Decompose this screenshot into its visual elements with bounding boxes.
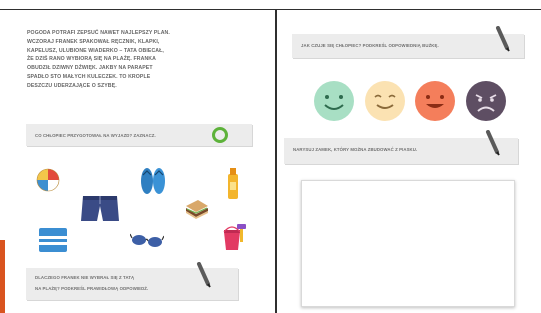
sandwich-icon[interactable] xyxy=(184,198,210,220)
pencil-icon xyxy=(496,26,510,52)
task-why-not-beach-text: DLACZEGO FRANEK NIE WYBRAŁ SIĘ Z TATĄ NA… xyxy=(35,272,148,294)
task-draw-castle: NARYSUJ ZAMEK, KTÓRY MOŻNA ZBUDOWAĆ Z PI… xyxy=(284,138,518,164)
drawing-area[interactable] xyxy=(301,180,515,307)
story-line: DESZCZU UDERZAJĄCE O SZYBĘ. xyxy=(27,82,117,89)
story-line: OBUDZIŁ DZIWNY DŹWIĘK. JAKBY NA PARAPET xyxy=(27,65,153,72)
pencil-icon xyxy=(197,262,211,288)
page-top-edge xyxy=(0,0,541,10)
story-text: POGODA POTRAFI ZEPSUĆ NAWET NAJLEPSZY PL… xyxy=(27,29,223,91)
circle-mark-icon xyxy=(212,127,228,143)
beach-ball-icon[interactable] xyxy=(36,168,60,192)
task-why-line2: NA PLAŻĘ? PODKREŚL PRAWIDŁOWĄ ODPOWIEDŹ. xyxy=(35,286,149,291)
story-line: ŻE DZIŚ RANO WYBIORĄ SIĘ NA PLAŻĘ. FRANK… xyxy=(27,56,156,63)
story-line: SPADŁO STO MAŁYCH KULECZEK. TO KROPLE xyxy=(27,73,151,80)
task-feelings: JAK CZUJE SIĘ CHŁOPIEC? PODKREŚL ODPOWIE… xyxy=(292,34,524,58)
story-line: POGODA POTRAFI ZEPSUĆ NAWET NAJLEPSZY PL… xyxy=(27,30,170,36)
cheerful-face-icon[interactable] xyxy=(414,80,456,122)
towel-icon[interactable] xyxy=(38,226,68,254)
flip-flops-icon[interactable] xyxy=(138,166,168,196)
task-feelings-text: JAK CZUJE SIĘ CHŁOPIEC? PODKREŚL ODPOWIE… xyxy=(301,43,439,48)
task-why-line1: DLACZEGO FRANEK NIE WYBRAŁ SIĘ Z TATĄ xyxy=(35,275,135,280)
task-circle-items-text: CO CHŁOPIEC PRZYGOTOWAŁ NA WYJAZD? ZAZNA… xyxy=(35,133,156,138)
sunglasses-icon[interactable] xyxy=(130,230,164,248)
worksheet-spread: POGODA POTRAFI ZEPSUĆ NAWET NAJLEPSZY PL… xyxy=(0,0,541,313)
happy-face-icon[interactable] xyxy=(313,80,355,122)
smiling-face-icon[interactable] xyxy=(364,80,406,122)
sunscreen-bottle-icon[interactable] xyxy=(226,166,240,200)
pencil-icon xyxy=(486,130,500,156)
task-draw-castle-text: NARYSUJ ZAMEK, KTÓRY MOŻNA ZBUDOWAĆ Z PI… xyxy=(293,147,418,152)
sand-bucket-icon[interactable] xyxy=(220,222,250,252)
story-line: WCZORAJ FRANEK SPAKOWAŁ RĘCZNIK, KLAPKI, xyxy=(27,38,160,45)
sad-face-icon[interactable] xyxy=(465,80,507,122)
swim-shorts-icon[interactable] xyxy=(80,194,120,224)
story-line: KAPELUSZ, ULUBIONE WIADERKO – TATA OBIEC… xyxy=(27,47,164,54)
